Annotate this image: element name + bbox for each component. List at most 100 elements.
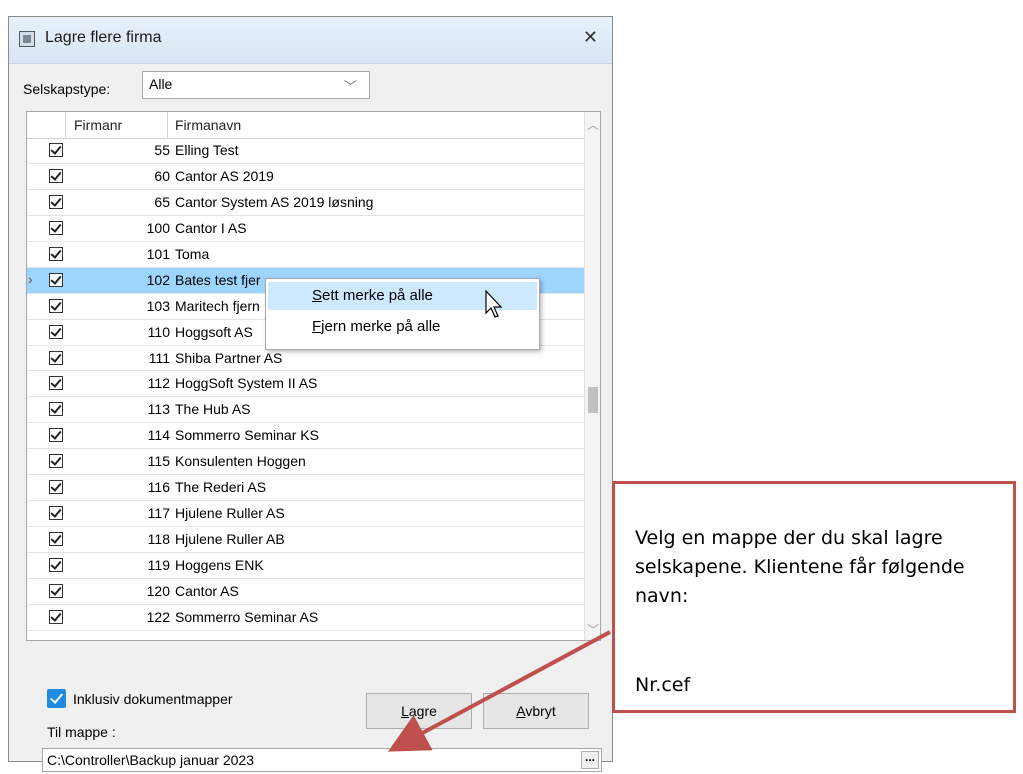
header-divider [65,112,66,138]
table-row[interactable]: 101 Toma [27,242,584,268]
company-number: 117 [147,505,170,522]
row-checkbox[interactable] [49,194,63,209]
table-row[interactable]: 118 Hjulene Ruller AB [27,527,584,553]
company-number: 55 [154,142,170,158]
company-number: 65 [154,193,170,210]
folder-label: Til mappe : [47,724,116,740]
row-checkbox[interactable] [49,324,63,339]
close-icon[interactable]: ✕ [583,27,598,48]
company-name: Hoggsoft AS [175,323,253,340]
company-type-value: Alle [149,76,173,92]
company-number: 100 [146,219,170,236]
company-number: 113 [147,401,170,418]
company-name: Sommerro Seminar AS [175,608,319,625]
header-divider [167,112,168,138]
company-name: Cantor I AS [175,219,247,236]
scroll-down-icon[interactable]: ﹀ [587,621,599,638]
company-number: 119 [147,557,170,573]
company-name: Konsulenten Hoggen [175,453,306,470]
column-header-number[interactable]: Firmanr [74,117,122,133]
scroll-thumb[interactable] [588,387,598,413]
table-row[interactable]: 115 Konsulenten Hoggen [27,449,584,476]
company-name: Bates test fjer [175,271,261,288]
current-row-marker-icon: › [28,270,33,287]
table-row[interactable]: 114 Sommerro Seminar KS [27,423,584,450]
save-button-label: Lagre [401,703,437,719]
row-checkbox[interactable] [49,298,63,313]
chevron-down-icon: ﹀ [343,79,357,94]
row-checkbox[interactable] [49,168,63,183]
row-checkbox[interactable] [49,609,63,624]
company-number: 114 [147,427,170,444]
row-checkbox[interactable] [49,558,63,572]
company-number: 110 [147,323,170,340]
cancel-button[interactable]: Avbryt [483,693,589,729]
company-number: 60 [154,167,170,184]
save-button[interactable]: Lagre [366,693,472,729]
table-row[interactable]: 55 Elling Test [27,138,584,164]
table-row[interactable]: 100 Cantor I AS [27,216,584,242]
row-checkbox[interactable] [49,376,63,391]
row-checkbox[interactable] [49,583,63,598]
row-checkbox[interactable] [49,532,63,547]
company-number: 115 [147,453,170,470]
grid-rows: 55 Elling Test 60 Cantor AS 2019 65 Cantor Sy… [27,138,584,631]
company-number: 120 [146,582,170,599]
row-checkbox[interactable] [49,220,63,235]
company-type-label: Selskapstype: [23,81,111,97]
row-checkbox[interactable] [49,480,63,495]
company-number: 118 [147,531,170,548]
table-row[interactable]: 116 The Rederi AS [27,475,584,502]
row-checkbox[interactable] [49,350,63,365]
folder-path-field[interactable]: C:\Controller\Backup januar 2023 ... [42,748,602,772]
company-name: The Hub AS [175,401,251,418]
row-checkbox[interactable] [49,428,63,443]
row-checkbox[interactable] [49,143,63,157]
row-checkbox[interactable] [49,402,63,417]
company-number: 101 [146,245,170,262]
row-checkbox[interactable] [49,272,63,287]
company-name: Maritech fjern [175,297,260,314]
annotation-callout: Velg en mappe der du skal lagre selskape… [612,481,1016,713]
table-row[interactable]: 60 Cantor AS 2019 [27,164,584,190]
company-name: Cantor System AS 2019 løsning [175,193,374,210]
table-row[interactable]: 113 The Hub AS [27,397,584,424]
save-multiple-companies-dialog: Lagre flere firma ✕ Selskapstype: Alle ﹀… [8,16,613,772]
company-number: 111 [148,349,170,366]
company-number: 122 [146,608,170,625]
row-checkbox[interactable] [49,454,63,469]
company-name: Cantor AS [175,582,239,599]
table-row[interactable]: 119 Hoggens ENK [27,553,584,579]
company-name: Cantor AS 2019 [175,167,274,184]
company-name: The Rederi AS [175,479,267,496]
company-name: Hoggens ENK [175,557,264,573]
company-number: 116 [147,479,170,496]
row-checkbox[interactable] [49,246,63,261]
table-row[interactable]: 117 Hjulene Ruller AS [27,501,584,528]
grid-header: Firmanr Firmanavn [27,112,584,139]
scroll-up-icon[interactable]: ︿ [587,116,599,133]
company-name: Shiba Partner AS [175,349,283,366]
callout-text: Velg en mappe der du skal lagre selskape… [635,527,965,607]
title-bar: Lagre flere firma ✕ [9,17,612,64]
table-row[interactable]: 112 HoggSoft System II AS [27,371,584,398]
table-row[interactable]: 65 Cantor System AS 2019 løsning [27,190,584,216]
include-documents-checkbox[interactable] [47,689,66,708]
company-name: Hjulene Ruller AS [175,505,285,522]
callout-filename: Nr.cef [635,674,691,696]
company-number: 103 [146,297,170,314]
cancel-button-label: Avbryt [516,703,556,719]
company-name: HoggSoft System II AS [175,375,318,392]
table-row[interactable]: 122 Sommerro Seminar AS [27,605,584,631]
company-grid: Firmanr Firmanavn 55 Elling Test 60 Cantor … [26,111,601,641]
company-type-select[interactable]: Alle ﹀ [142,71,370,99]
column-header-name[interactable]: Firmanavn [175,117,241,133]
company-number: 112 [147,375,170,392]
company-name: Elling Test [175,142,239,158]
company-number: 102 [146,271,170,288]
browse-button[interactable]: ... [581,751,599,769]
table-row[interactable]: 120 Cantor AS [27,579,584,605]
vertical-scrollbar[interactable]: ︿ ﹀ [584,112,600,640]
mouse-cursor-icon [485,290,503,318]
row-checkbox[interactable] [49,506,63,521]
